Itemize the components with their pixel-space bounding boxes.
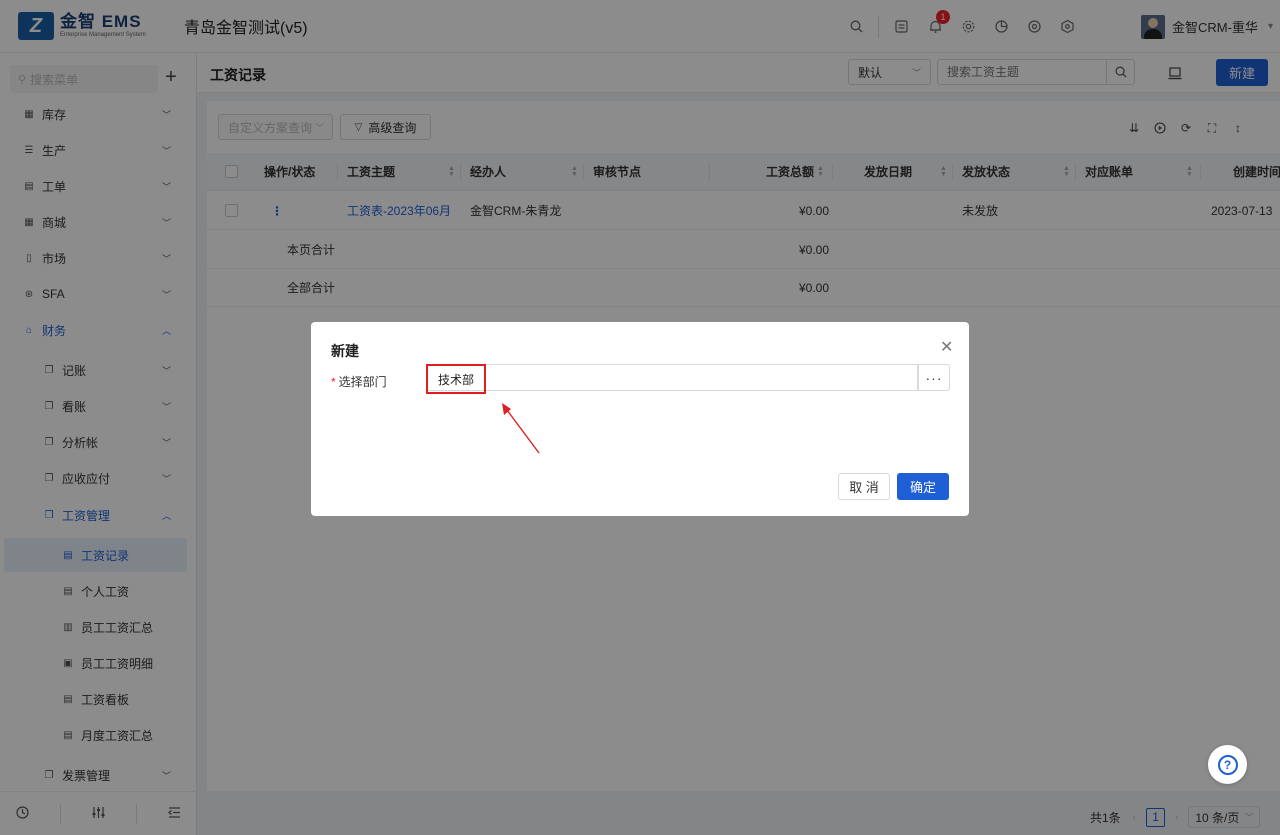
cancel-button[interactable]: 取 消	[838, 473, 890, 500]
help-button[interactable]: ?	[1208, 745, 1247, 784]
annotation-arrow	[502, 403, 540, 454]
close-icon[interactable]: ✕	[940, 337, 953, 357]
dialog-title: 新建	[331, 343, 359, 359]
department-field[interactable]	[426, 364, 918, 391]
department-value[interactable]: 技术部	[426, 364, 486, 394]
question-icon: ?	[1217, 754, 1238, 775]
new-dialog: 新建 ✕ * 选择部门 技术部 ··· 取 消 确定	[311, 322, 969, 516]
confirm-button[interactable]: 确定	[897, 473, 949, 500]
required-mark: *	[331, 375, 336, 389]
department-label: * 选择部门	[331, 375, 387, 389]
department-picker-button[interactable]: ···	[918, 364, 950, 391]
